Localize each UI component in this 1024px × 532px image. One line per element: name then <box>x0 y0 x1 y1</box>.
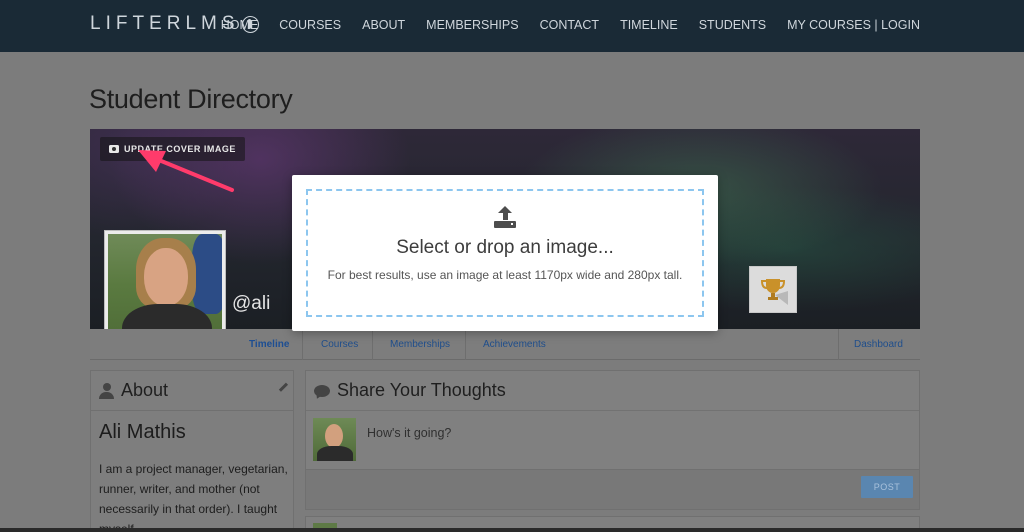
nav-students[interactable]: STUDENTS <box>699 18 766 32</box>
tab-memberships[interactable]: Memberships <box>390 339 450 350</box>
about-name: Ali Mathis <box>99 421 186 443</box>
nav-home[interactable]: HOME <box>221 18 259 32</box>
nav-contact[interactable]: CONTACT <box>540 18 600 32</box>
profile-nav: Timeline Courses Memberships Achievement… <box>90 329 920 360</box>
about-header: About <box>91 371 293 411</box>
profile-username: @ali <box>232 293 271 314</box>
comment-icon <box>314 384 330 397</box>
nav-about[interactable]: ABOUT <box>362 18 405 32</box>
dropzone-title: Select or drop an image... <box>396 237 614 258</box>
share-footer: POST <box>306 469 919 509</box>
about-heading: About <box>121 380 169 400</box>
about-card: About Ali Mathis I am a project manager,… <box>90 370 294 532</box>
page-title: Student Directory <box>89 84 293 114</box>
share-heading: Share Your Thoughts <box>337 380 506 400</box>
nav-my-courses-login[interactable]: MY COURSES | LOGIN <box>787 18 920 32</box>
user-icon <box>99 382 114 399</box>
dropzone-hint: For best results, use an image at least … <box>327 268 683 282</box>
image-upload-modal: Select or drop an image... For best resu… <box>292 175 718 331</box>
image-dropzone[interactable]: Select or drop an image... For best resu… <box>306 189 704 317</box>
tab-achievements[interactable]: Achievements <box>483 339 546 350</box>
nav-timeline[interactable]: TIMELINE <box>620 18 678 32</box>
bottom-edge <box>0 528 1024 532</box>
main-nav: HOME COURSES ABOUT MEMBERSHIPS CONTACT T… <box>221 18 920 32</box>
post-button[interactable]: POST <box>861 476 913 498</box>
share-header: Share Your Thoughts <box>306 371 919 411</box>
nav-memberships[interactable]: MEMBERSHIPS <box>426 18 518 32</box>
camera-icon <box>109 145 119 153</box>
share-avatar <box>313 418 356 461</box>
share-thoughts-card: Share Your Thoughts How's it going? POST <box>305 370 920 510</box>
nav-courses[interactable]: COURSES <box>279 18 341 32</box>
achievement-badge[interactable] <box>749 266 797 313</box>
tab-dashboard[interactable]: Dashboard <box>854 339 903 350</box>
trophy-icon <box>760 278 788 305</box>
site-header: LIFTERLMS HOME COURSES ABOUT MEMBERSHIPS… <box>0 0 1024 52</box>
tab-timeline[interactable]: Timeline <box>249 339 289 350</box>
logo-text: LIFTERLMS <box>90 13 240 34</box>
upload-icon <box>493 206 517 229</box>
tab-courses[interactable]: Courses <box>321 339 358 350</box>
share-input[interactable]: How's it going? <box>362 418 914 466</box>
about-bio: I am a project manager, vegetarian, runn… <box>99 462 288 532</box>
annotation-arrow-icon <box>138 150 234 192</box>
